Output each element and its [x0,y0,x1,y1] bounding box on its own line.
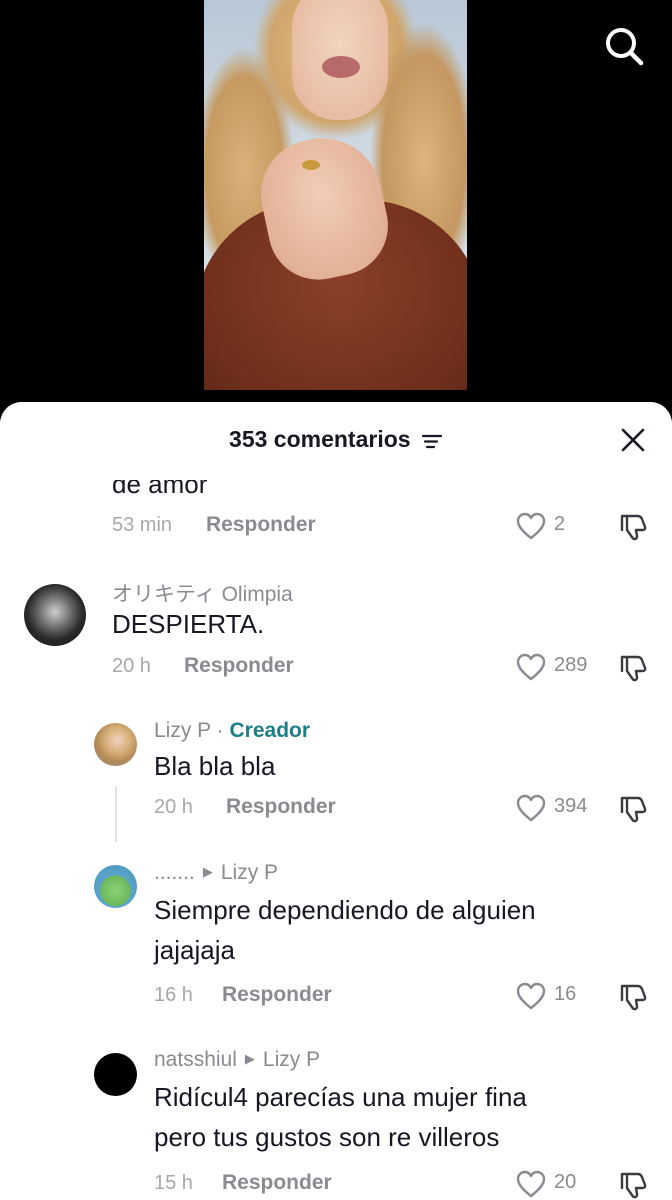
separator-dot: · [216,719,224,742]
comment-author[interactable]: natsshiul ▶ Lizy P [154,1048,320,1072]
dislike-button[interactable] [618,982,648,1012]
dislike-button[interactable] [618,512,648,542]
comment-text-line: Siempre dependiendo de alguien [154,895,536,925]
reply-to-name[interactable]: Lizy P [263,1048,320,1071]
thumbs-down-icon [620,796,647,823]
author-name[interactable]: ....... [154,861,195,884]
reply-button[interactable]: Responder [226,795,336,819]
thread-line [115,786,117,842]
comments-header: 353 comentarios [0,402,672,480]
reply-to-name[interactable]: Lizy P [221,861,278,884]
like-count: 289 [554,654,588,676]
comment-time: 20 h [154,796,193,818]
caret-right-icon: ▶ [244,1051,255,1066]
dislike-button[interactable] [618,653,648,683]
avatar[interactable] [94,1053,137,1096]
reply-button[interactable]: Responder [222,1171,332,1195]
caret-right-icon: ▶ [202,864,213,879]
sort-icon[interactable] [421,433,443,449]
like-button[interactable]: 2 [516,510,576,542]
comment-time: 15 h [154,1172,193,1194]
comment-author[interactable]: Lizy P · Creador [154,719,310,743]
comment-text-line: pero tus gustos son re villeros [154,1122,500,1152]
like-count: 16 [554,983,577,1005]
comment-time: 53 min [112,514,173,536]
thumbs-down-icon [620,984,647,1011]
like-count: 2 [554,513,566,535]
search-icon [606,28,644,66]
video-ring [302,160,320,170]
thumbs-down-icon [620,514,647,541]
reply-button[interactable]: Responder [206,513,316,537]
comment-list[interactable]: de amor 53 min Responder 2 オリキティ Olimpia… [0,402,672,1200]
avatar[interactable] [94,865,137,908]
dislike-button[interactable] [618,794,648,824]
comment-count-title[interactable]: 353 comentarios [0,426,672,453]
comment-time: 16 h [154,984,193,1006]
heart-outline-icon [516,982,546,1010]
video-frame[interactable] [204,0,467,390]
comment-text-line: Ridícul4 parecías una mujer fina [154,1082,527,1112]
heart-outline-icon [516,1170,546,1198]
heart-outline-icon [516,653,546,681]
comment-text: DESPIERTA. [112,609,265,639]
video-player[interactable] [0,0,672,420]
creator-badge: Creador [229,719,311,742]
like-button[interactable]: 20 [516,1168,596,1200]
heart-outline-icon [516,512,546,540]
like-count: 394 [554,795,588,817]
dislike-button[interactable] [618,1170,648,1200]
comments-sheet: de amor 53 min Responder 2 オリキティ Olimpia… [0,402,672,1200]
thumbs-down-icon [620,655,647,682]
like-button[interactable]: 289 [516,651,596,683]
like-button[interactable]: 394 [516,792,596,824]
comment-text: Bla bla bla [154,751,276,781]
like-button[interactable]: 16 [516,980,596,1012]
heart-outline-icon [516,794,546,822]
search-button[interactable] [602,24,646,68]
comment-text-line: jajajaja [154,935,235,965]
reply-button[interactable]: Responder [222,983,332,1007]
comment-author[interactable]: ....... ▶ Lizy P [154,861,278,885]
avatar[interactable] [24,584,86,646]
reply-button[interactable]: Responder [184,654,294,678]
comment-time: 20 h [112,655,151,677]
comment-count-label: 353 comentarios [229,426,411,452]
video-lips [322,56,360,78]
close-icon [621,428,645,452]
author-name[interactable]: natsshiul [154,1048,237,1071]
close-button[interactable] [619,426,647,454]
thumbs-down-icon [620,1172,647,1199]
like-count: 20 [554,1171,577,1193]
author-name[interactable]: Lizy P [154,719,211,742]
avatar[interactable] [94,723,137,766]
